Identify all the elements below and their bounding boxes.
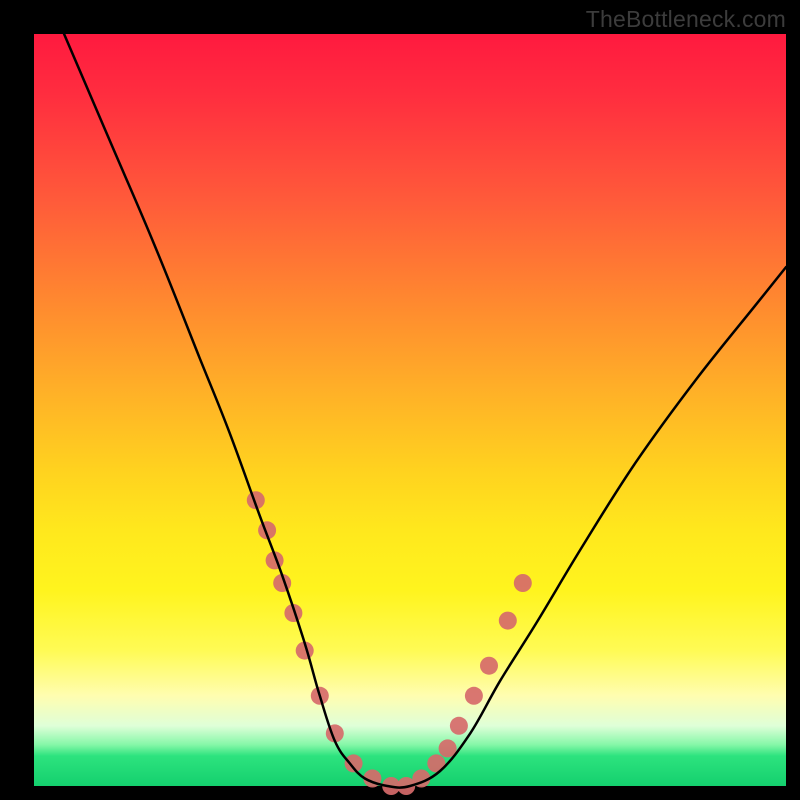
watermark-text: TheBottleneck.com <box>586 6 786 33</box>
chart-svg <box>34 34 786 786</box>
data-marker <box>465 687 483 705</box>
data-marker <box>450 717 468 735</box>
data-marker <box>480 657 498 675</box>
bottleneck-curve <box>64 34 786 788</box>
plot-area <box>34 34 786 786</box>
data-markers <box>247 491 532 795</box>
data-marker <box>499 612 517 630</box>
outer-frame: TheBottleneck.com <box>0 0 800 800</box>
data-marker <box>514 574 532 592</box>
